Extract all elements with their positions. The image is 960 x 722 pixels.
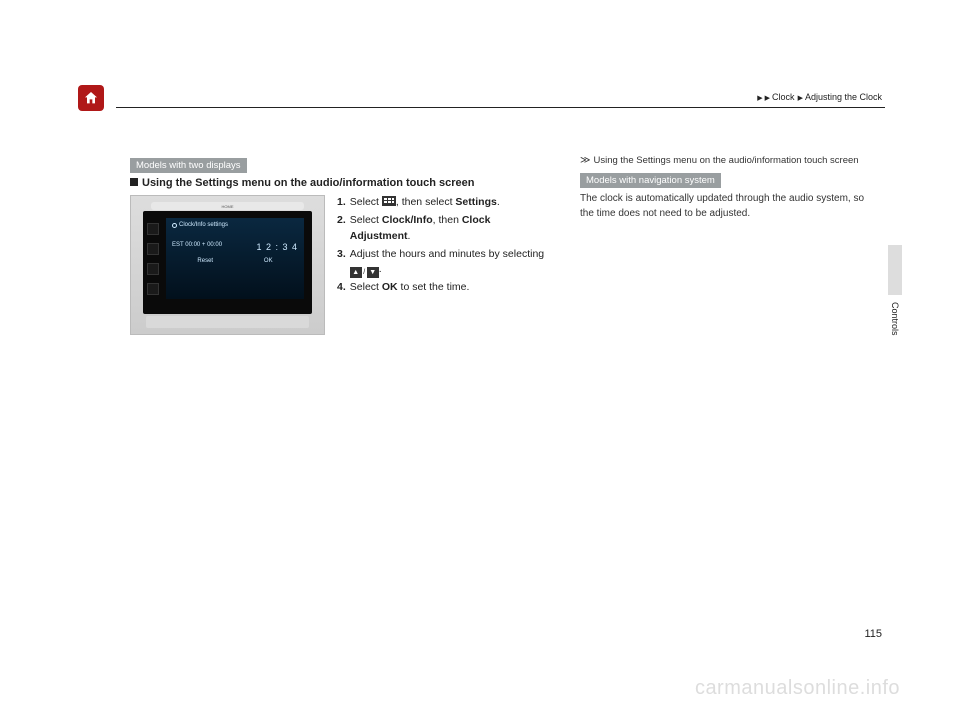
step-2: 2. Select Clock/Info, then Clock Adjustm… [337,213,550,245]
up-down-icon: ▲/▼ [350,267,379,278]
breadcrumb: Clock Adjusting the Clock [757,92,882,102]
device-home-label: HOME [222,204,234,209]
watermark: carmanualsonline.info [695,677,900,700]
device-ok-btn: OK [264,258,273,264]
chevron-right-icon [765,92,771,102]
left-column: Models with two displays Using the Setti… [130,155,550,335]
breadcrumb-part2: Adjusting the Clock [805,92,882,102]
page-number: 115 [864,628,882,640]
home-icon [83,90,99,106]
home-grid-icon [382,196,396,206]
device-screen-title: Clock/Info settings [179,222,228,228]
section-tab [888,245,902,295]
content-area: Models with two displays Using the Setti… [130,155,880,335]
clock-icon [172,223,177,228]
chevron-right-icon [757,92,763,102]
device-illustration: HOME Clock/Info settings EST 00:00 + 00:… [130,195,325,335]
reference-heading: ≫ Using the Settings menu on the audio/i… [580,155,870,166]
model-tag-right: Models with navigation system [580,173,721,188]
right-column: ≫ Using the Settings menu on the audio/i… [580,155,870,335]
step-4: 4. Select OK to set the time. [337,280,550,296]
reference-text: Using the Settings menu on the audio/inf… [593,155,858,166]
step-3: 3. Adjust the hours and minutes by selec… [337,247,550,279]
section-heading-text: Using the Settings menu on the audio/inf… [142,177,474,189]
section-label: Controls [890,302,900,336]
note-text: The clock is automatically updated throu… [580,192,870,221]
chevron-right-icon [798,92,804,102]
step-1: 1. Select , then select Settings. [337,195,550,211]
home-button[interactable] [78,85,104,111]
instruction-steps: 1. Select , then select Settings. 2. Sel… [337,195,550,335]
header-rule [116,107,885,108]
device-time: 1 2 : 3 4 [256,242,298,252]
model-tag-left: Models with two displays [130,158,247,173]
device-reset-btn: Reset [197,258,213,264]
square-bullet-icon [130,178,138,186]
device-est-line: EST 00:00 + 00:00 [172,242,222,252]
section-heading: Using the Settings menu on the audio/inf… [130,177,550,189]
reference-icon: ≫ [580,155,590,166]
breadcrumb-part1: Clock [772,92,795,102]
